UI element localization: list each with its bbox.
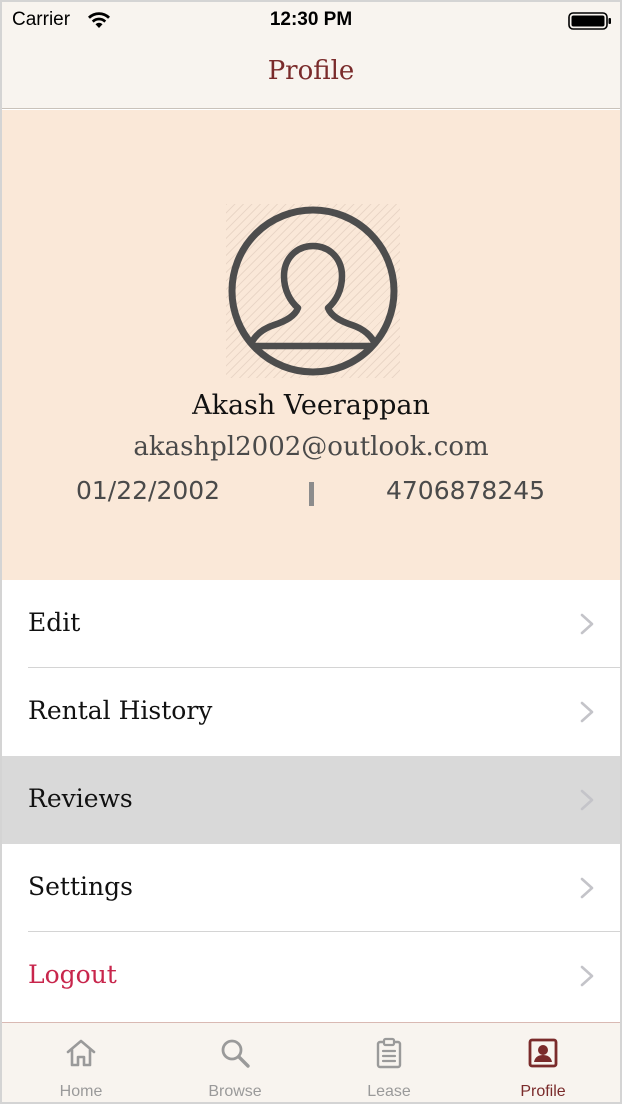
info-separator <box>309 482 314 506</box>
tab-bar: Home Browse Lease Profile <box>2 1022 620 1102</box>
avatar[interactable] <box>226 204 400 378</box>
home-icon <box>66 1039 96 1067</box>
chevron-right-icon <box>580 613 594 635</box>
profile-birthdate: 01/22/2002 <box>76 476 221 505</box>
tab-browse[interactable]: Browse <box>158 1023 312 1102</box>
menu-item-label: Rental History <box>28 696 213 725</box>
status-bar: Carrier 12:30 PM <box>2 2 620 42</box>
tab-profile[interactable]: Profile <box>466 1023 620 1102</box>
menu-item-logout[interactable]: Logout <box>2 932 620 1020</box>
tab-lease[interactable]: Lease <box>312 1023 466 1102</box>
profile-phone: 4706878245 <box>386 476 546 505</box>
menu-item-edit[interactable]: Edit <box>2 580 620 668</box>
chevron-right-icon <box>580 877 594 899</box>
tab-label: Lease <box>367 1083 411 1100</box>
menu-item-settings[interactable]: Settings <box>2 844 620 932</box>
menu-item-label: Logout <box>28 960 117 989</box>
page-title: Profile <box>267 56 355 86</box>
tab-label: Browse <box>208 1083 262 1100</box>
profile-name: Akash Veerappan <box>192 390 430 421</box>
profile-header: Akash Veerappan akashpl2002@outlook.com … <box>2 110 620 580</box>
profile-icon <box>528 1038 558 1068</box>
search-icon <box>221 1039 250 1068</box>
menu-item-rental-history[interactable]: Rental History <box>2 668 620 756</box>
menu-item-reviews[interactable]: Reviews <box>2 756 620 844</box>
tab-label: Profile <box>520 1083 566 1100</box>
chevron-right-icon <box>580 965 594 987</box>
tab-label: Home <box>59 1083 103 1100</box>
profile-menu: Edit Rental History Reviews Settings Log… <box>2 580 620 1020</box>
tab-home[interactable]: Home <box>4 1023 158 1102</box>
battery-icon <box>568 12 611 30</box>
menu-item-label: Reviews <box>28 784 133 813</box>
chevron-right-icon <box>580 789 594 811</box>
chevron-right-icon <box>580 701 594 723</box>
profile-email: akashpl2002@outlook.com <box>133 432 489 462</box>
menu-item-label: Edit <box>28 608 81 637</box>
clipboard-icon <box>376 1037 402 1069</box>
menu-item-label: Settings <box>28 872 133 901</box>
clock-time: 12:30 PM <box>269 9 353 30</box>
navigation-bar: Profile <box>2 42 620 109</box>
app-window: Carrier 12:30 PM Profile Akash Veerappan… <box>0 0 622 1104</box>
user-avatar-icon <box>228 206 398 376</box>
